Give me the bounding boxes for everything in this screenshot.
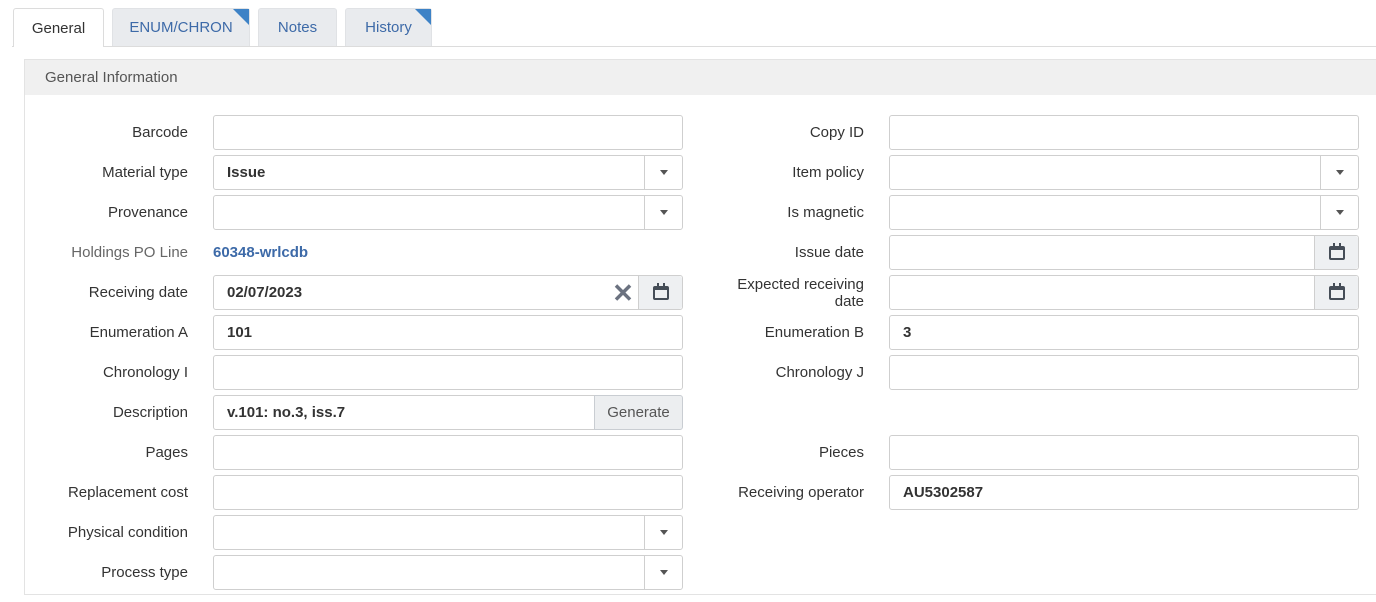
- item-policy-label: Item policy: [792, 164, 864, 181]
- material-type-select[interactable]: Issue: [213, 155, 683, 190]
- expected-receiving-date-calendar-button[interactable]: [1314, 276, 1358, 309]
- chevron-down-icon: [659, 570, 668, 575]
- chevron-down-icon: [659, 170, 668, 175]
- process-type-dropdown-button[interactable]: [644, 556, 682, 589]
- physical-condition-label: Physical condition: [67, 524, 188, 541]
- corner-flag-icon: [233, 9, 249, 25]
- calendar-icon: [1328, 282, 1345, 300]
- calendar-icon: [652, 282, 669, 300]
- process-type-select[interactable]: [213, 555, 683, 590]
- tab-history[interactable]: History: [345, 8, 432, 46]
- expected-receiving-date-input[interactable]: [889, 275, 1359, 310]
- chevron-down-icon: [659, 530, 668, 535]
- chronology-i-label: Chronology I: [102, 364, 188, 381]
- panel-header[interactable]: General Information: [25, 60, 1376, 95]
- enumeration-a-input[interactable]: 101: [213, 315, 683, 350]
- chevron-down-icon: [659, 210, 668, 215]
- receiving-date-calendar-button[interactable]: [638, 276, 682, 309]
- chronology-j-label: Chronology J: [775, 364, 864, 381]
- description-label: Description: [112, 404, 188, 421]
- replacement-cost-input[interactable]: [213, 475, 683, 510]
- replacement-cost-label: Replacement cost: [67, 484, 188, 501]
- copy-id-label: Copy ID: [809, 124, 864, 141]
- issue-date-label: Issue date: [794, 244, 864, 261]
- pieces-input[interactable]: [889, 435, 1359, 470]
- pieces-label: Pieces: [818, 444, 864, 461]
- holdings-po-line-label: Holdings PO Line: [71, 244, 188, 261]
- barcode-label: Barcode: [132, 124, 188, 141]
- pages-input[interactable]: [213, 435, 683, 470]
- description-input[interactable]: v.101: no.3, iss.7: [213, 395, 595, 430]
- receiving-operator-value: AU5302587: [903, 484, 984, 501]
- is-magnetic-dropdown-button[interactable]: [1320, 196, 1358, 229]
- tab-notes[interactable]: Notes: [258, 8, 337, 46]
- enumeration-b-label: Enumeration B: [764, 324, 864, 341]
- tab-general-label: General: [31, 19, 86, 37]
- receiving-operator-input[interactable]: AU5302587: [889, 475, 1359, 510]
- material-type-dropdown-button[interactable]: [644, 156, 682, 189]
- chevron-down-icon: [1335, 210, 1344, 215]
- is-magnetic-label: Is magnetic: [787, 204, 864, 221]
- description-value: v.101: no.3, iss.7: [227, 404, 346, 421]
- generate-button[interactable]: Generate: [594, 395, 683, 430]
- holdings-po-line-link[interactable]: 60348-wrlcdb: [213, 244, 308, 261]
- tab-general[interactable]: General: [13, 8, 104, 47]
- pages-label: Pages: [145, 444, 188, 461]
- enumeration-b-input[interactable]: 3: [889, 315, 1359, 350]
- copy-id-input[interactable]: [889, 115, 1359, 150]
- tab-enum-chron[interactable]: ENUM/CHRON: [112, 8, 250, 46]
- receiving-operator-label: Receiving operator: [738, 484, 864, 501]
- expected-receiving-date-label-line2: date: [834, 293, 864, 310]
- receiving-date-input[interactable]: 02/07/2023 ✕: [213, 275, 683, 310]
- calendar-icon: [1328, 242, 1345, 260]
- chronology-j-input[interactable]: [889, 355, 1359, 390]
- barcode-input[interactable]: [213, 115, 683, 150]
- corner-flag-icon: [415, 9, 431, 25]
- tab-notes-label: Notes: [277, 19, 318, 36]
- tab-enum-chron-label: ENUM/CHRON: [129, 19, 233, 36]
- provenance-select[interactable]: [213, 195, 683, 230]
- issue-date-calendar-button[interactable]: [1314, 236, 1358, 269]
- process-type-label: Process type: [101, 564, 188, 581]
- enumeration-a-value: 101: [227, 324, 253, 341]
- issue-date-input[interactable]: [889, 235, 1359, 270]
- item-policy-dropdown-button[interactable]: [1320, 156, 1358, 189]
- tab-bar: General ENUM/CHRON Notes History: [0, 0, 1376, 47]
- chevron-down-icon: [1335, 170, 1344, 175]
- panel-title: General Information: [45, 69, 178, 86]
- close-icon[interactable]: ✕: [608, 276, 638, 309]
- item-policy-select[interactable]: [889, 155, 1359, 190]
- provenance-dropdown-button[interactable]: [644, 196, 682, 229]
- expected-receiving-date-label-line1: Expected receiving: [737, 276, 864, 293]
- is-magnetic-select[interactable]: [889, 195, 1359, 230]
- receiving-date-label: Receiving date: [88, 284, 188, 301]
- material-type-value: Issue: [227, 164, 266, 181]
- expected-receiving-date-label: Expected receiving date: [737, 276, 864, 310]
- tab-divider: [12, 46, 1376, 47]
- enumeration-b-value: 3: [903, 324, 912, 341]
- receiving-date-value: 02/07/2023: [227, 284, 303, 301]
- tab-history-label: History: [365, 19, 412, 36]
- physical-condition-dropdown-button[interactable]: [644, 516, 682, 549]
- enumeration-a-label: Enumeration A: [89, 324, 188, 341]
- provenance-label: Provenance: [107, 204, 188, 221]
- physical-condition-select[interactable]: [213, 515, 683, 550]
- chronology-i-input[interactable]: [213, 355, 683, 390]
- material-type-label: Material type: [102, 164, 188, 181]
